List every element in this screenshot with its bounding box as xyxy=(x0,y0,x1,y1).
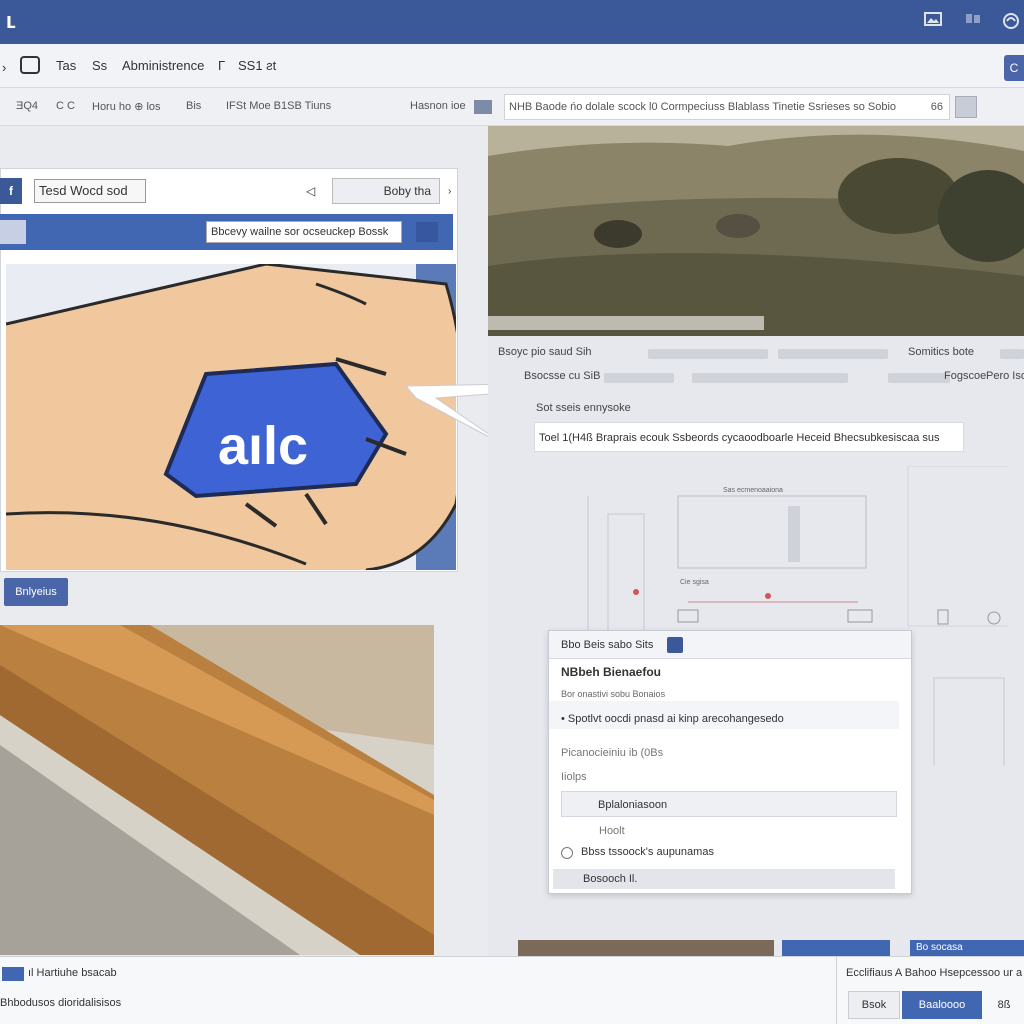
bottom-label: ıl Hartiuhe bsacab xyxy=(28,967,117,979)
menu-icon[interactable] xyxy=(20,56,40,74)
section-label: Sot sseis ennysoke xyxy=(536,402,631,414)
menu-item[interactable]: Γ xyxy=(218,58,225,73)
primary-button[interactable]: Bnlyeius xyxy=(4,578,68,606)
dialog-subtitle: Bor onastivi sobu Bonaios xyxy=(561,689,666,699)
filter-icon[interactable] xyxy=(955,96,977,118)
globe-icon[interactable] xyxy=(1000,12,1022,30)
toolbar-item[interactable]: Hasnon ioe xyxy=(410,100,466,112)
blue-strip xyxy=(782,940,890,956)
bottom-label: Ecclifiaus A Bahoo Hsepcessoo ur a xyxy=(846,967,1023,979)
landscape-image xyxy=(488,126,1024,336)
secondary-button[interactable]: Bsok xyxy=(848,991,900,1019)
detail-field[interactable]: Toel 1(H4ß Braprais ecouk Ssbeords cycao… xyxy=(534,422,964,452)
chat-icon[interactable] xyxy=(962,12,984,30)
menu-item[interactable]: SS1 ƨt xyxy=(238,58,276,73)
info-label: Pero Iso xyxy=(986,370,1024,382)
info-label: Bsocsse cu SiB xyxy=(524,370,601,382)
search-count: 66 xyxy=(930,101,943,113)
info-label: Somitics bote xyxy=(908,346,975,358)
dialog-row[interactable]: Picanocieiniu ib (0Bs xyxy=(561,747,663,759)
blue-strip-label[interactable]: Bo socasa xyxy=(910,940,1024,956)
dialog-title: NBbeh Bienaefou xyxy=(561,665,662,679)
app-icon xyxy=(667,637,683,653)
toolbar-item[interactable]: Bis xyxy=(186,100,201,112)
dropdown-field[interactable]: Bbcevy wailne sor ocseuckep Bossk xyxy=(206,221,402,243)
chevron-right-icon: › xyxy=(448,186,452,197)
radio-button[interactable] xyxy=(561,847,573,859)
checkbox[interactable] xyxy=(0,220,26,244)
left-action-button[interactable]: Boby tha xyxy=(332,178,440,204)
left-blue-bar: Bbcevy wailne sor ocseuckep Bossk xyxy=(0,214,453,250)
image-icon[interactable] xyxy=(922,12,944,30)
thumbnail-strip xyxy=(518,940,774,956)
fb-small-icon xyxy=(2,967,24,981)
toolbar: ƎQ4 C C Horu ho ⊕ los Bis IFSt Moe B1SB … xyxy=(0,88,1024,126)
speaker-icon[interactable]: ◁ xyxy=(306,184,315,198)
info-label: Bsoyc pio saud Sih xyxy=(498,346,592,358)
dialog-header: Bbo Beis sabo Sits xyxy=(549,631,911,659)
name-field[interactable]: Tesd Wocd sod xyxy=(34,179,146,203)
menu-marker: › xyxy=(2,60,7,75)
menu-item[interactable]: Ss xyxy=(92,58,107,73)
menu-right-button[interactable]: C xyxy=(1004,55,1024,81)
dialog-bullet: • Spotlvt oocdi pnasd ai kinp arecohange… xyxy=(561,713,784,725)
dialog-row[interactable]: Iiolps xyxy=(561,771,587,783)
bottom-bar: ıl Hartiuhe bsacab Bhbodusos dioridalisi… xyxy=(0,956,1024,1024)
hand-illustration: aılc xyxy=(6,264,456,570)
toolbar-item[interactable]: ƎQ4 xyxy=(16,100,38,112)
grid-icon[interactable] xyxy=(416,222,438,242)
menu-item[interactable]: Abministrence xyxy=(122,58,204,73)
bottom-label: Bhbodusos dioridalisisos xyxy=(0,997,122,1009)
menu-bar: › Tas Ss Abministrence Γ SS1 ƨt C xyxy=(0,44,1024,88)
toolbar-item[interactable]: IFSt Moe B1SB Tiuns xyxy=(226,100,331,112)
chart-caption: Sas ecmenoaaiona xyxy=(723,487,783,494)
toolbar-icon[interactable] xyxy=(474,100,492,114)
radio-label: Bbss tssoock's aupunamas xyxy=(581,846,714,858)
primary-submit-button[interactable]: Baaloooo xyxy=(902,991,982,1019)
dialog-panel: Bbo Beis sabo Sits NBbeh Bienaefou Bor o… xyxy=(548,630,912,894)
dialog-row[interactable]: Hoolt xyxy=(599,825,625,837)
dialog-footer[interactable]: Bosooch Il. xyxy=(553,869,895,889)
toolbar-item[interactable]: C C xyxy=(56,100,75,112)
toolbar-item[interactable]: Horu ho ⊕ los xyxy=(92,100,161,113)
search-input[interactable]: NHB Baode ńo dolale scock ӏ0 Cormpeciuss… xyxy=(504,94,950,120)
chart-label: Cie sgisa xyxy=(680,579,709,586)
info-label: Fogscoe xyxy=(944,370,987,382)
badge-text: aılc xyxy=(218,416,308,476)
tertiary-button[interactable]: 8ß xyxy=(986,991,1022,1019)
dialog-option[interactable]: Bplaloniasoon xyxy=(561,791,897,817)
top-nav-bar: ʟ xyxy=(0,0,1024,44)
menu-item[interactable]: Tas xyxy=(56,58,76,73)
facebook-icon[interactable]: f xyxy=(0,178,22,204)
wood-image xyxy=(0,625,434,955)
app-logo[interactable]: ʟ xyxy=(6,10,26,32)
